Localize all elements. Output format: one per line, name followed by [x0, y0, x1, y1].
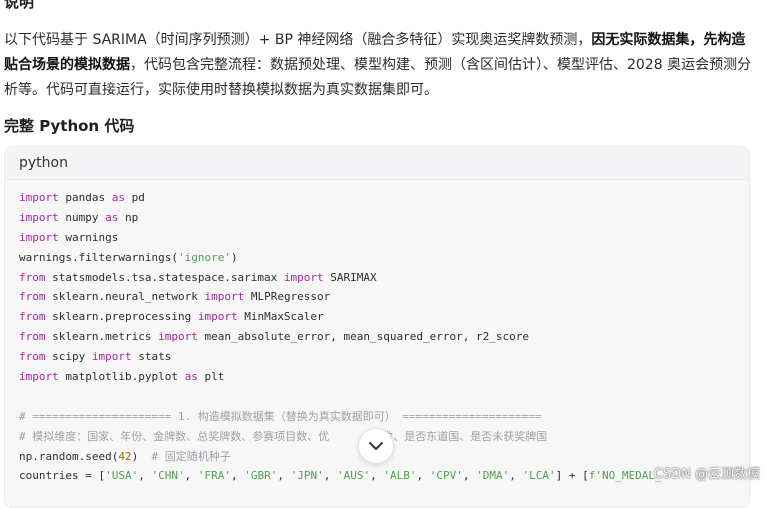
code-token: , [138, 469, 152, 483]
code-token: 42 [118, 449, 132, 463]
code-token: sklearn.preprocessing [45, 310, 198, 324]
code-token: warnings.filterwarnings( [19, 250, 178, 264]
code-token: 'CHN' [151, 469, 185, 483]
code-line: countries = ['USA', 'CHN', 'FRA', 'GBR',… [19, 466, 749, 486]
code-token: 'ignore' [177, 250, 231, 264]
code-token: 'CPV' [429, 469, 463, 483]
code-token: from [19, 290, 46, 304]
code-token: countries = [ [19, 469, 106, 483]
code-token: from [19, 270, 46, 284]
code-token: import [204, 290, 245, 304]
code-line: import numpy as np [19, 208, 749, 228]
code-token: 'GBR' [244, 469, 278, 483]
code-token: , [277, 469, 291, 483]
code-token: MinMaxScaler [237, 310, 324, 324]
code-token: import [19, 370, 59, 384]
code-token: 'FRA' [197, 469, 231, 483]
code-line: from sklearn.neural_network import MLPRe… [19, 287, 749, 307]
code-token: 'ALB' [383, 469, 417, 483]
code-token: from [19, 350, 46, 364]
code-token: MLPRegressor [244, 290, 331, 304]
code-token: sklearn.neural_network [45, 290, 205, 304]
code-line: from scipy import stats [19, 347, 749, 367]
code-token: , [184, 469, 198, 483]
watermark: CSDN @云顶数模 [653, 467, 760, 482]
code-line: from sklearn.preprocessing import MinMax… [19, 307, 749, 327]
code-token: from [19, 310, 46, 324]
intro-paragraph: 以下代码基于 SARIMA（时间序列预测）+ BP 神经网络（融合多特征）实现奥… [4, 28, 756, 103]
code-token: warnings [58, 230, 119, 244]
code-token: ) [230, 250, 238, 264]
code-token: statsmodels.tsa.statespace.sarimax [45, 270, 284, 284]
section-heading: 说明 [4, 0, 35, 11]
code-line: import matplotlib.pyplot as plt [19, 367, 749, 387]
code-token: , [230, 469, 245, 483]
code-token: pd [124, 191, 145, 204]
code-token: np.random.seed( [19, 449, 119, 463]
code-token: scipy [45, 350, 92, 364]
intro-text-1: 以下代码基于 SARIMA（时间序列预测）+ BP 神经网络（融合多特征）实现奥… [4, 32, 592, 48]
code-token: 'AUS' [336, 469, 371, 483]
code-language-label: python [5, 147, 749, 180]
code-token: f'NO_MEDAL_ [588, 469, 662, 483]
code-line: # ===================== 1. 构造模拟数据集（替换为真实… [19, 407, 749, 427]
code-token: pandas [58, 191, 112, 204]
code-token: 'USA' [105, 469, 139, 483]
code-token: as [184, 370, 198, 384]
code-token: ] + [ [555, 469, 589, 483]
code-token: , [370, 469, 384, 483]
code-line: from sklearn.metrics import mean_absolut… [19, 327, 749, 347]
code-line: import warnings [19, 228, 749, 248]
code-token: import [283, 270, 324, 284]
scroll-down-button[interactable] [358, 428, 394, 464]
code-token: numpy [58, 210, 106, 224]
code-token: # 模拟维度：国家、年份、金牌数、总奖牌数、参赛项目数、优 数、是否东道国、是否… [19, 429, 548, 443]
code-token: sklearn.metrics [45, 330, 159, 344]
code-token: , [416, 469, 430, 483]
code-token: 'JPN' [290, 469, 324, 483]
code-token: 'LCA' [522, 469, 556, 483]
code-token: import [91, 350, 132, 364]
chevron-down-icon [369, 441, 383, 450]
code-token: # 固定随机种子 [151, 449, 231, 463]
code-line: warnings.filterwarnings('ignore') [19, 248, 749, 268]
code-token: SARIMAX [323, 270, 377, 284]
code-token: import [197, 310, 238, 324]
code-token: import [19, 191, 59, 204]
code-line: import pandas as pd [19, 188, 749, 208]
code-token: ) [131, 449, 152, 463]
code-token: , [323, 469, 337, 483]
code-token: , [462, 469, 477, 483]
code-token: import [158, 330, 198, 344]
code-token: from [19, 330, 46, 344]
code-token: import [19, 230, 59, 244]
code-token: , [509, 469, 523, 483]
code-token: stats [131, 350, 172, 364]
code-token: import [19, 210, 59, 224]
code-token: matplotlib.pyplot [58, 370, 185, 384]
code-token: plt [197, 370, 225, 384]
code-line: from statsmodels.tsa.statespace.sarimax … [19, 268, 749, 288]
code-token: as [111, 191, 125, 204]
code-token: np [118, 210, 139, 224]
code-token: 'DMA' [476, 469, 510, 483]
code-token: # ===================== 1. 构造模拟数据集（替换为真实… [19, 409, 542, 423]
code-token: as [105, 210, 119, 224]
code-section-heading: 完整 Python 代码 [4, 117, 135, 135]
code-token: mean_absolute_error, mean_squared_error,… [197, 330, 529, 344]
